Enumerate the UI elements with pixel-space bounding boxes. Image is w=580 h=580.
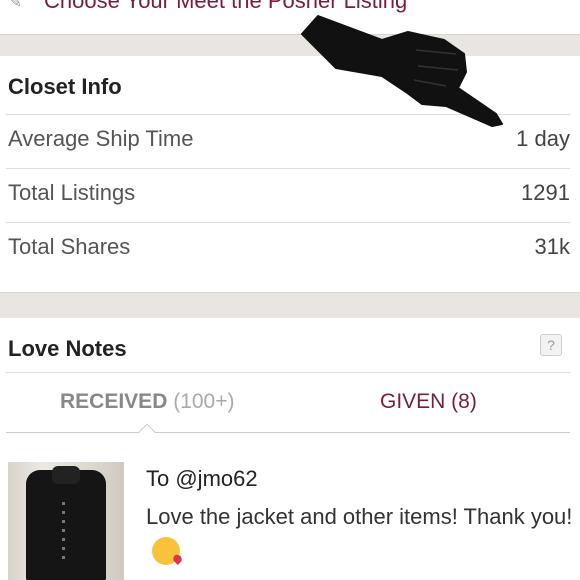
tab-given[interactable]: GIVEN (8) [380, 390, 477, 414]
tab-received-label: RECEIVED [60, 390, 168, 413]
total-shares-label: Total Shares [8, 234, 131, 259]
love-note-body: Love the jacket and other items! Thank y… [146, 500, 574, 566]
tab-received-count: (100+) [173, 390, 235, 413]
love-note-recipient[interactable]: To @jmo62 [146, 466, 258, 492]
closet-info-row-listings: Total Listings 1291 [0, 168, 580, 222]
love-notes-divider [6, 372, 570, 373]
closet-info-title: Closet Info [8, 74, 122, 99]
kissing-face-icon [152, 537, 180, 566]
tab-received[interactable]: RECEIVED (100+) [60, 390, 235, 414]
jacket-image [26, 470, 106, 580]
active-tab-caret-icon [138, 423, 156, 441]
row-divider [6, 222, 570, 223]
jacket-collar [52, 466, 80, 484]
section-separator [0, 292, 580, 318]
ship-time-value: 1 day [516, 126, 570, 151]
pointing-hand-icon [301, 15, 503, 127]
jacket-buttons [62, 502, 65, 562]
love-note-text: Love the jacket and other items! Thank y… [146, 504, 573, 529]
ship-time-label: Average Ship Time [8, 126, 194, 151]
total-listings-value: 1291 [521, 180, 570, 205]
love-notes-title: Love Notes [8, 336, 127, 361]
pencil-icon: ✎ [10, 0, 22, 10]
help-icon[interactable]: ? [540, 334, 562, 356]
total-listings-label: Total Listings [8, 180, 136, 205]
love-notes-card: Love Notes ? RECEIVED (100+) GIVEN (8) T… [0, 318, 580, 580]
row-divider [6, 168, 570, 169]
tab-underline [6, 432, 570, 433]
total-shares-value: 31k [534, 234, 570, 259]
love-note-listing-photo[interactable] [8, 462, 124, 580]
closet-info-row-shares: Total Shares 31k [0, 222, 580, 276]
